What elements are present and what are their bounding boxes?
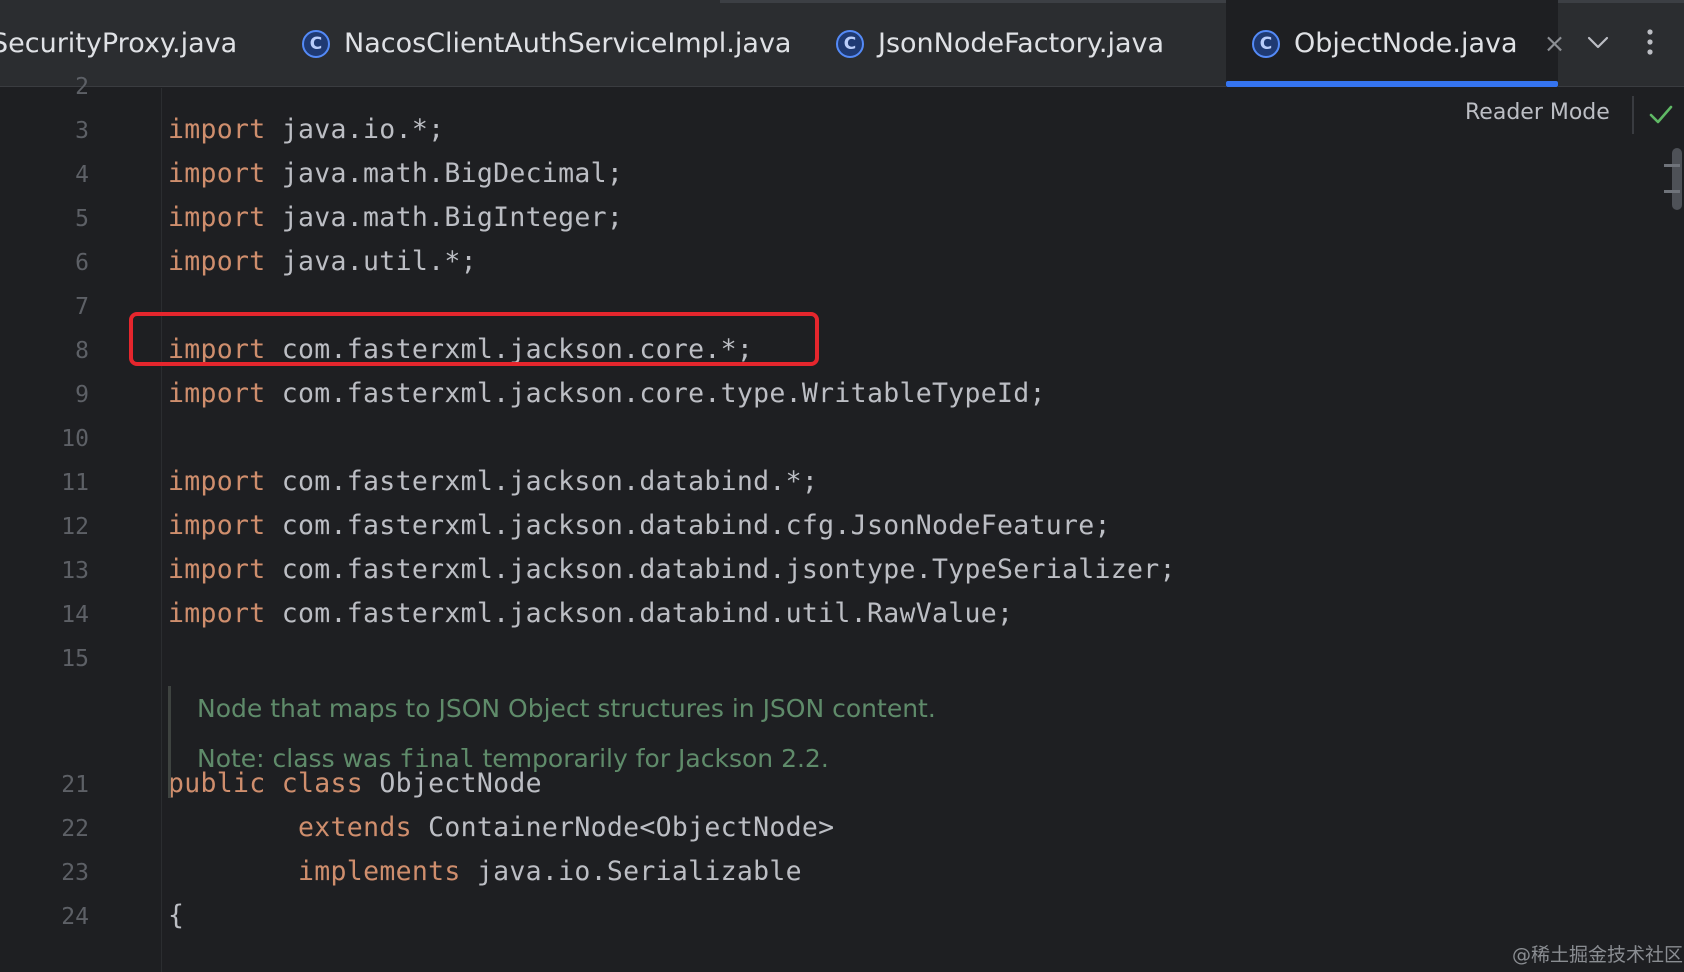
scrollbar-markers [1660,148,1680,208]
tab-label: SecurityProxy.java [0,28,238,59]
code-line[interactable]: import com.fasterxml.jackson.databind.ut… [168,598,1013,629]
code-text: ContainerNode<ObjectNode> [411,812,835,843]
reader-mode-toggle[interactable]: Reader Mode [1465,100,1610,125]
doc-text: temporarily for Jackson 2.2. [474,744,829,773]
check-icon[interactable] [1648,102,1674,128]
keyword: extends [298,812,412,843]
keyword: import [168,598,266,629]
code-text: com.fasterxml.jackson.databind.*; [265,466,819,497]
line-number: 24 [61,904,89,930]
chevron-down-icon[interactable] [1578,22,1618,62]
code-line[interactable]: import java.io.*; [168,114,444,145]
keyword: import [168,158,266,189]
code-text: java.util.*; [265,246,477,277]
line-number: 11 [61,470,89,496]
line-number: 23 [61,860,89,886]
code-line[interactable]: { [168,900,184,931]
doc-code: final [399,744,475,773]
keyword: import [168,510,266,541]
keyword: import [168,378,266,409]
line-number: 2 [75,74,89,100]
tab-nacos-client-auth-service-impl[interactable]: C NacosClientAuthServiceImpl.java [302,0,791,87]
class-icon: C [1252,29,1280,58]
active-tab-indicator [1226,81,1558,87]
tab-label: JsonNodeFactory.java [878,28,1165,59]
doc-comment-line: Note: class was final temporarily for Ja… [197,744,829,773]
line-number: 3 [75,118,89,144]
class-icon: C [836,29,864,58]
code-text: java.io.Serializable [460,856,802,887]
tab-label: ObjectNode.java [1294,28,1518,59]
code-text: java.io.*; [265,114,445,145]
code-editor[interactable]: import java.io.*; import java.math.BigDec… [162,88,1684,972]
annotation-highlight-box [129,312,819,366]
close-icon[interactable]: × [1544,29,1566,59]
line-number: 14 [61,602,89,628]
keyword: import [168,202,266,233]
keyword: import [168,554,266,585]
doc-text: Note: class was [197,744,400,773]
line-number: 7 [75,294,89,320]
class-icon: C [302,29,330,58]
code-line[interactable]: import com.fasterxml.jackson.databind.*; [168,466,818,497]
code-line[interactable]: import java.math.BigInteger; [168,202,623,233]
line-number: 6 [75,250,89,276]
line-number: 13 [61,558,89,584]
tab-json-node-factory[interactable]: C JsonNodeFactory.java [836,0,1176,87]
watermark: @稀土掘金技术社区 [1512,944,1684,966]
code-text: com.fasterxml.jackson.databind.cfg.JsonN… [265,510,1111,541]
doc-comment-line: Node that maps to JSON Object structures… [197,694,936,723]
keyword: import [168,246,266,277]
keyword: import [168,466,266,497]
line-number-gutter[interactable]: 2 3 4 5 6 7 8 9 10 11 12 13 14 15 21 22 23 24 [0,74,162,972]
code-line[interactable]: import java.math.BigDecimal; [168,158,623,189]
code-text: java.math.BigInteger; [265,202,624,233]
code-line[interactable]: extends ContainerNode<ObjectNode> [168,812,834,843]
rendered-doc-comment[interactable]: Node that maps to JSON Object structures… [168,686,1171,798]
code-line[interactable]: import java.util.*; [168,246,477,277]
code-text: com.fasterxml.jackson.databind.jsontype.… [265,554,1176,585]
line-number: 8 [75,338,89,364]
code-text: { [168,900,185,931]
code-line[interactable]: implements java.io.Serializable [168,856,802,887]
line-number: 9 [75,382,89,408]
code-text: com.fasterxml.jackson.databind.util.RawV… [265,598,1014,629]
keyword: implements [298,856,461,887]
code-line[interactable]: import com.fasterxml.jackson.databind.cf… [168,510,1111,541]
line-number: 22 [61,816,89,842]
code-text: java.math.BigDecimal; [265,158,624,189]
code-line[interactable]: import com.fasterxml.jackson.core.type.W… [168,378,1046,409]
line-number: 15 [61,646,89,672]
line-number: 12 [61,514,89,540]
divider [1632,96,1634,134]
line-number: 5 [75,206,89,232]
code-line[interactable]: import com.fasterxml.jackson.databind.js… [168,554,1176,585]
tab-object-node[interactable]: C ObjectNode.java × [1226,0,1565,87]
keyword: import [168,114,266,145]
code-text: com.fasterxml.jackson.core.type.Writable… [265,378,1046,409]
tab-label: NacosClientAuthServiceImpl.java [344,28,792,59]
line-number: 10 [61,426,89,452]
line-number: 4 [75,162,89,188]
line-number: 21 [61,772,89,798]
editor-tab-bar: SecurityProxy.java C NacosClientAuthServ… [0,0,1684,87]
kebab-menu-icon[interactable] [1630,22,1670,62]
